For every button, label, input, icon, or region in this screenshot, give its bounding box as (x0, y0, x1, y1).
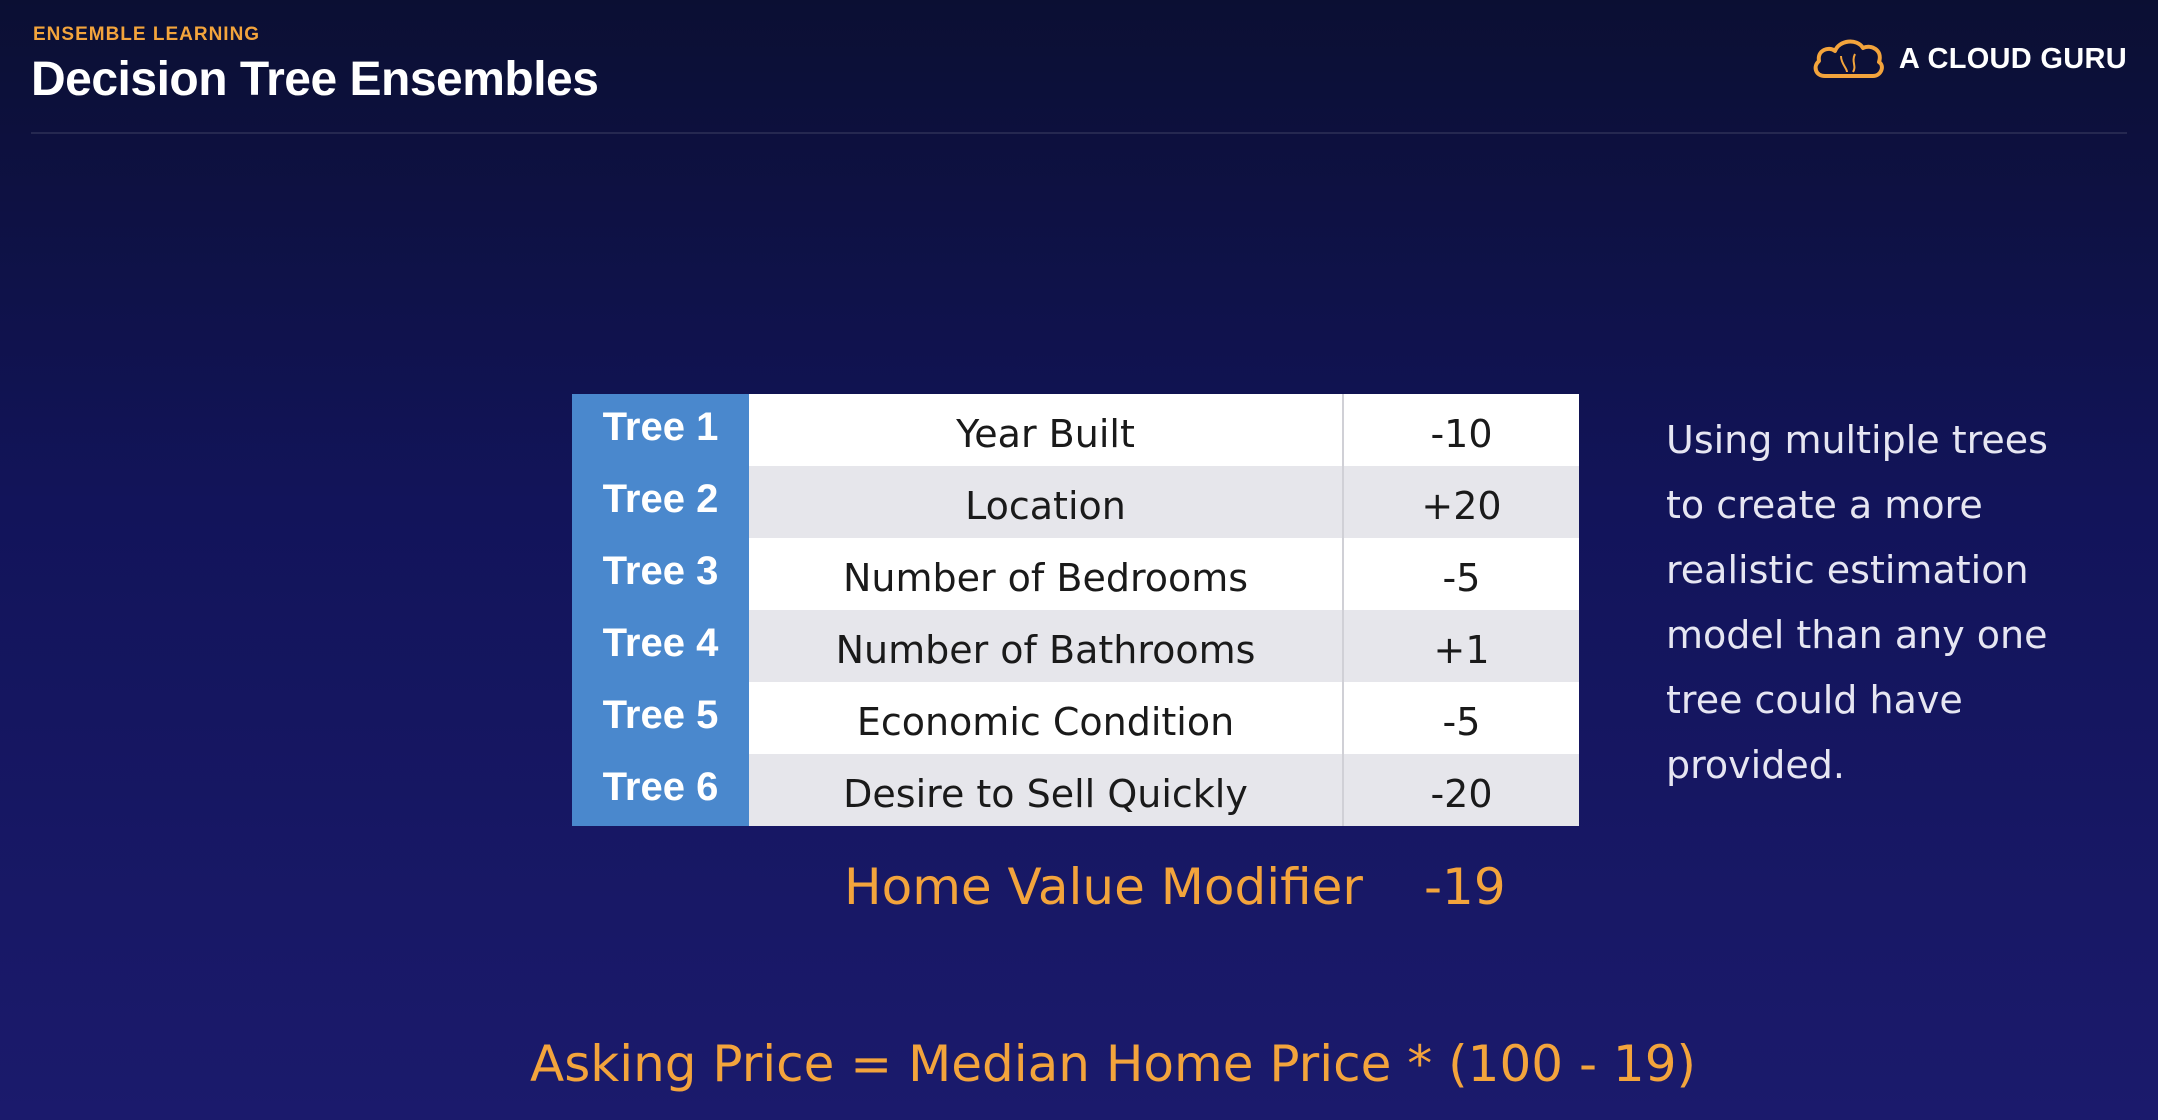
tree-label: Tree 5 (572, 682, 749, 754)
factor-cell: Number of Bedrooms (749, 538, 1344, 610)
explanation-text: Using multiple trees to create a more re… (1666, 408, 2106, 798)
tree-label: Tree 3 (572, 538, 749, 610)
explanation-line: Using multiple trees (1666, 418, 2048, 462)
cloud-icon (1813, 39, 1884, 78)
asking-price-formula: Asking Price = Median Home Price * (100 … (530, 1035, 1697, 1093)
tree-label: Tree 6 (572, 754, 749, 826)
tree-label: Tree 1 (572, 394, 749, 466)
value-cell: -5 (1344, 538, 1579, 610)
modifier-label: Home Value Modifier (844, 858, 1363, 916)
slide-title: Decision Tree Ensembles (31, 53, 599, 106)
value-cell: -20 (1344, 754, 1579, 826)
brand-logo: A CLOUD GURU (1811, 36, 2127, 82)
value-cell: -10 (1344, 394, 1579, 466)
factor-cell: Desire to Sell Quickly (749, 754, 1344, 826)
tree-estimates-table: Tree 1 Year Built -10 Tree 2 Location +2… (572, 394, 1579, 826)
explanation-line: to create a more (1666, 483, 1983, 527)
factor-cell: Number of Bathrooms (749, 610, 1344, 682)
explanation-line: model than any one (1666, 613, 2048, 657)
section-kicker: ENSEMBLE LEARNING (33, 24, 261, 45)
factor-cell: Location (749, 466, 1344, 538)
explanation-line: realistic estimation (1666, 548, 2029, 592)
factor-cell: Year Built (749, 394, 1344, 466)
modifier-value: -19 (1424, 858, 1506, 916)
tree-label: Tree 2 (572, 466, 749, 538)
brand-name: A CLOUD GURU (1898, 42, 2127, 75)
factor-cell: Economic Condition (749, 682, 1344, 754)
explanation-line: provided. (1666, 743, 1845, 787)
tree-label: Tree 4 (572, 610, 749, 682)
slide-header: ENSEMBLE LEARNING Decision Tree Ensemble… (31, 20, 2127, 134)
value-cell: -5 (1344, 682, 1579, 754)
value-cell: +1 (1344, 610, 1579, 682)
value-cell: +20 (1344, 466, 1579, 538)
explanation-line: tree could have (1666, 678, 1963, 722)
